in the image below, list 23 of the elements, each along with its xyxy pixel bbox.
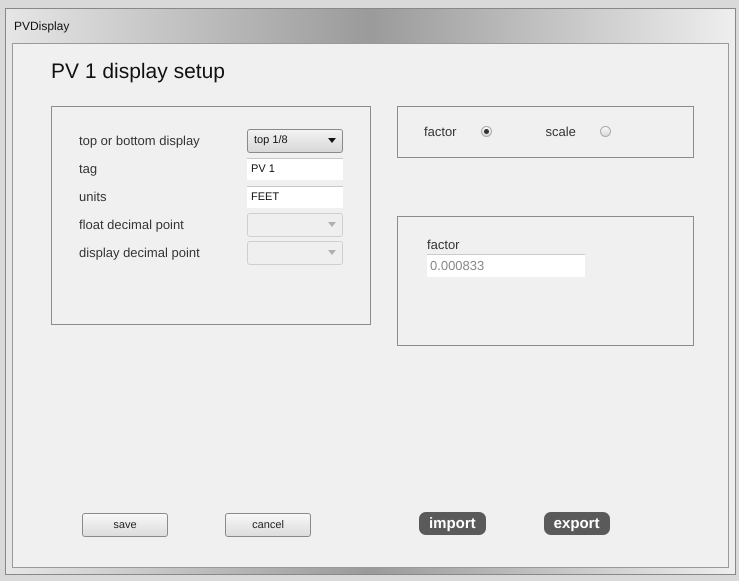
caret-icon [328,222,336,227]
radio-label: factor [424,122,457,141]
push-button[interactable]: cancel [225,513,311,537]
page-heading: PV 1 display setup [51,59,226,85]
field-label: top or bottom display [79,132,200,150]
radio-label: scale [546,122,576,141]
field-label: units [79,188,106,206]
field-label: float decimal point [79,216,184,234]
dark-button[interactable]: import [419,512,486,536]
text-field[interactable]: FEET [247,186,343,208]
window-title: PVDisplay [14,18,70,35]
text-field[interactable]: PV 1 [247,158,343,180]
radio-button[interactable] [480,126,492,137]
push-button[interactable]: save [82,513,168,537]
field-label: tag [79,160,98,178]
caret-icon [328,138,336,143]
dropdown[interactable]: top 1/8 [247,128,343,152]
dark-button[interactable]: export [544,512,610,536]
radio-button[interactable] [600,126,611,137]
factor-label: factor [427,236,461,254]
factor-field[interactable]: 0.000833 [427,254,585,277]
field-label: display decimal point [79,244,200,262]
caret-icon [328,250,336,255]
